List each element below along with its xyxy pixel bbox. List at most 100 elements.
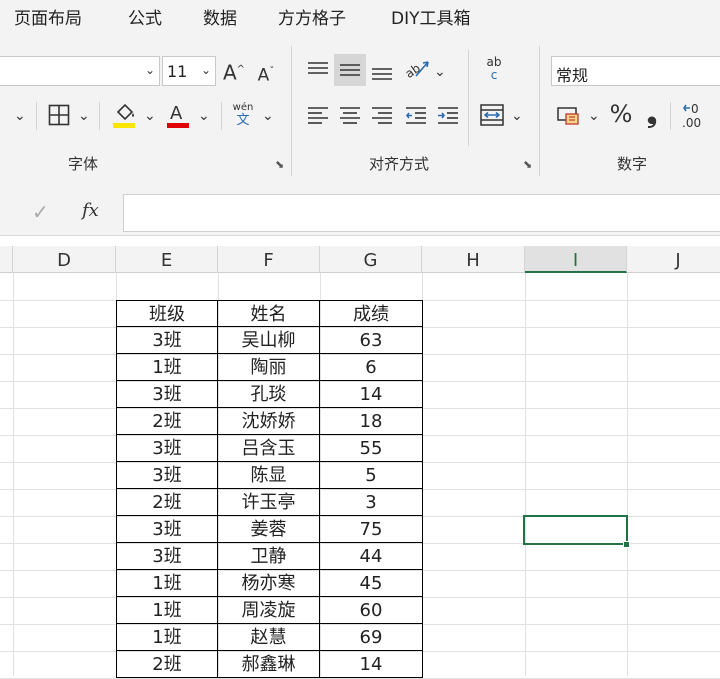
table-cell-name[interactable]: 姜蓉 <box>218 516 320 543</box>
table-header-name[interactable]: 姓名 <box>218 300 320 327</box>
table-cell-class[interactable]: 1班 <box>116 624 218 651</box>
table-header-score[interactable]: 成绩 <box>320 300 423 327</box>
table-cell-score[interactable]: 60 <box>320 597 423 624</box>
font-color-icon[interactable]: A <box>166 100 192 130</box>
chevron-down-icon[interactable]: ⌄ <box>201 63 211 77</box>
table-cell-class[interactable]: 3班 <box>116 462 218 489</box>
table-cell-name[interactable]: 周凌旋 <box>218 597 320 624</box>
align-center-icon[interactable] <box>338 104 362 128</box>
column-header-e[interactable]: E <box>116 246 218 273</box>
table-cell-score[interactable]: 69 <box>320 624 423 651</box>
accounting-format-icon[interactable] <box>556 102 584 128</box>
selected-cell[interactable] <box>523 515 628 545</box>
table-cell-class[interactable]: 1班 <box>116 354 218 381</box>
worksheet-grid[interactable]: 班级 姓名 成绩 3班 吴山柳 63 1班 陶丽 6 3班 孔琰 14 2班 沈娇娇 18 3班 吕含玉 55 3班… <box>0 273 720 679</box>
merge-center-icon[interactable] <box>479 102 505 128</box>
column-header-d[interactable]: D <box>13 246 116 273</box>
table-cell-name[interactable]: 孔琰 <box>218 381 320 408</box>
wrap-text-icon[interactable]: ab c <box>480 56 508 86</box>
chevron-down-icon[interactable]: ⌄ <box>144 108 156 124</box>
table-cell-name[interactable]: 赵慧 <box>218 624 320 651</box>
column-header-g[interactable]: G <box>320 246 422 273</box>
chevron-down-icon[interactable]: ⌄ <box>262 108 274 124</box>
number-format-value: 常规 <box>556 66 589 85</box>
chevron-down-icon[interactable]: ⌄ <box>588 108 600 124</box>
shrink-font-button[interactable]: Aˇ <box>254 58 278 88</box>
table-cell-score[interactable]: 75 <box>320 516 423 543</box>
column-header-stub[interactable] <box>0 246 13 273</box>
increase-decimal-icon[interactable]: 0.00 <box>680 100 720 132</box>
table-cell-score[interactable]: 5 <box>320 462 423 489</box>
table-cell-class[interactable]: 2班 <box>116 489 218 516</box>
tab-data[interactable]: 数据 <box>203 4 237 30</box>
chevron-down-icon[interactable]: ⌄ <box>78 108 90 124</box>
font-name-combo[interactable]: ⌄ <box>0 56 160 86</box>
percent-icon[interactable]: % <box>606 100 636 130</box>
column-header-h[interactable]: H <box>422 246 525 273</box>
table-cell-class[interactable]: 3班 <box>116 381 218 408</box>
table-cell-name[interactable]: 吕含玉 <box>218 435 320 462</box>
table-cell-class[interactable]: 3班 <box>116 435 218 462</box>
fill-color-icon[interactable] <box>112 100 138 130</box>
column-header-i[interactable]: I <box>525 246 627 273</box>
table-cell-name[interactable]: 卫静 <box>218 543 320 570</box>
table-cell-score[interactable]: 44 <box>320 543 423 570</box>
orientation-icon[interactable]: ab <box>403 56 432 84</box>
tab-fangfang[interactable]: 方方格子 <box>278 4 346 30</box>
tab-page-layout[interactable]: 页面布局 <box>14 4 82 30</box>
table-cell-score[interactable]: 6 <box>320 354 423 381</box>
table-cell-score[interactable]: 3 <box>320 489 423 516</box>
dialog-launcher-icon[interactable]: ⬊ <box>523 158 532 171</box>
table-cell-name[interactable]: 郝鑫琳 <box>218 651 320 678</box>
align-right-icon[interactable] <box>370 104 394 128</box>
chevron-down-icon[interactable]: ⌄ <box>145 63 155 77</box>
decrease-indent-icon[interactable] <box>404 104 428 128</box>
table-cell-class[interactable]: 2班 <box>116 408 218 435</box>
table-cell-class[interactable]: 3班 <box>116 327 218 354</box>
comma-style-icon[interactable]: ❟ <box>640 100 664 130</box>
grow-font-button[interactable]: A^ <box>222 56 246 86</box>
table-cell-class[interactable]: 3班 <box>116 516 218 543</box>
align-bottom-icon[interactable] <box>370 60 394 84</box>
fill-handle[interactable] <box>623 541 630 548</box>
table-cell-score[interactable]: 14 <box>320 381 423 408</box>
table-cell-class[interactable]: 1班 <box>116 570 218 597</box>
formula-input[interactable] <box>123 194 720 232</box>
table-cell-score[interactable]: 45 <box>320 570 423 597</box>
align-middle-icon[interactable] <box>334 54 366 86</box>
font-size-combo[interactable]: 11 ⌄ <box>162 56 216 86</box>
separator <box>99 102 100 130</box>
phonetic-icon[interactable]: wén 文 <box>230 102 256 132</box>
separator <box>36 102 37 130</box>
chevron-down-icon[interactable]: ⌄ <box>434 64 446 80</box>
table-cell-name[interactable]: 陶丽 <box>218 354 320 381</box>
column-header-f[interactable]: F <box>218 246 320 273</box>
table-cell-score[interactable]: 63 <box>320 327 423 354</box>
borders-icon[interactable] <box>48 104 70 126</box>
fx-icon[interactable]: fx <box>82 200 99 221</box>
table-cell-name[interactable]: 吴山柳 <box>218 327 320 354</box>
align-left-icon[interactable] <box>306 104 330 128</box>
table-cell-score[interactable]: 14 <box>320 651 423 678</box>
tab-diy-toolbox[interactable]: DIY工具箱 <box>391 4 471 30</box>
check-icon[interactable]: ✓ <box>32 200 49 224</box>
table-cell-class[interactable]: 3班 <box>116 543 218 570</box>
table-cell-score[interactable]: 55 <box>320 435 423 462</box>
chevron-down-icon[interactable]: ⌄ <box>14 108 26 124</box>
table-cell-score[interactable]: 18 <box>320 408 423 435</box>
table-cell-name[interactable]: 沈娇娇 <box>218 408 320 435</box>
table-header-class[interactable]: 班级 <box>116 300 218 327</box>
table-cell-class[interactable]: 1班 <box>116 597 218 624</box>
chevron-down-icon[interactable]: ⌄ <box>511 108 523 124</box>
table-cell-name[interactable]: 杨亦寒 <box>218 570 320 597</box>
number-format-combo[interactable]: 常规 <box>551 56 720 86</box>
chevron-down-icon[interactable]: ⌄ <box>198 108 210 124</box>
table-cell-name[interactable]: 许玉亭 <box>218 489 320 516</box>
dialog-launcher-icon[interactable]: ⬊ <box>275 158 284 171</box>
align-top-icon[interactable] <box>306 58 330 82</box>
increase-indent-icon[interactable] <box>436 104 460 128</box>
table-cell-class[interactable]: 2班 <box>116 651 218 678</box>
table-cell-name[interactable]: 陈显 <box>218 462 320 489</box>
column-header-j[interactable]: J <box>627 246 720 273</box>
tab-formulas[interactable]: 公式 <box>128 4 162 30</box>
